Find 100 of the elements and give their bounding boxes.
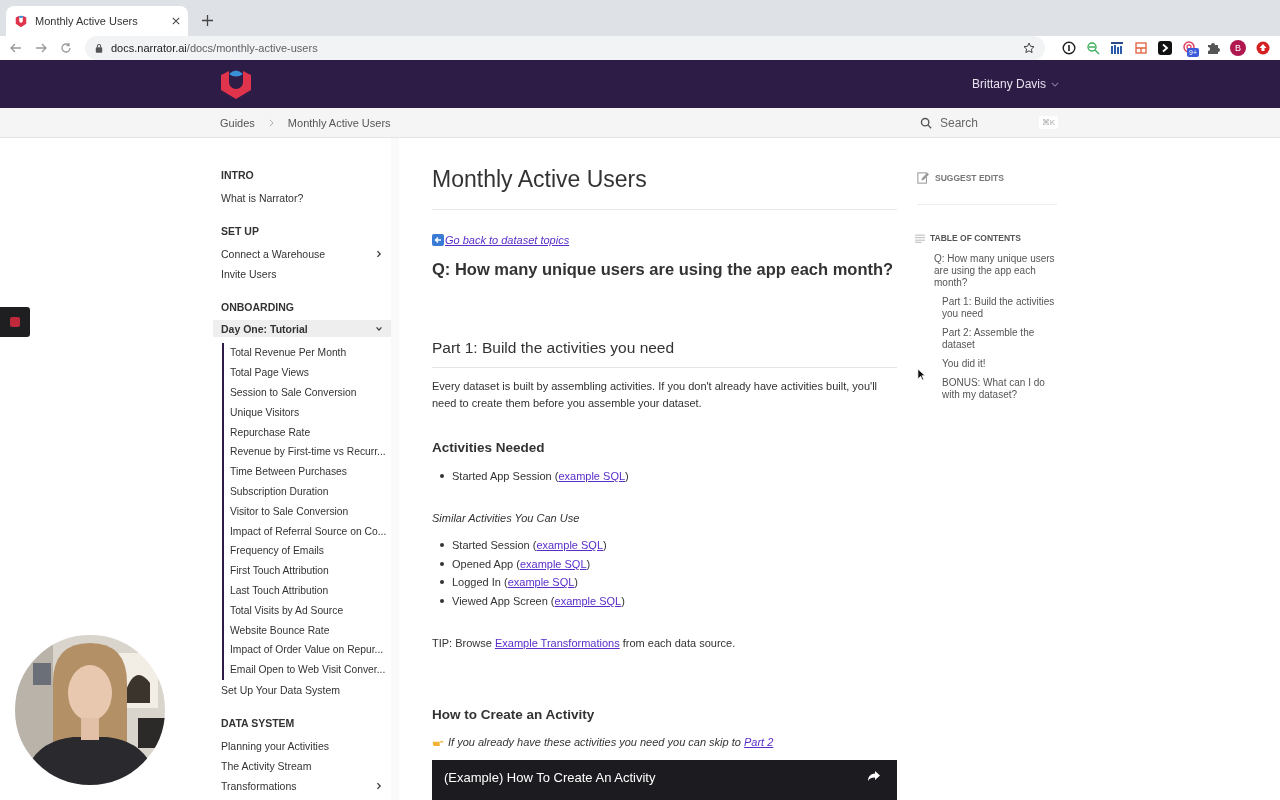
sidebar-item[interactable]: Time Between Purchases — [230, 461, 391, 482]
cursor-icon — [917, 368, 926, 381]
transformations-link[interactable]: Example Transformations — [494, 637, 620, 650]
edit-icon — [917, 172, 929, 184]
user-menu[interactable]: Brittany Davis — [971, 77, 1059, 91]
forward-arrow-icon[interactable] — [35, 42, 47, 54]
part-link[interactable]: Part 2 — [743, 736, 774, 749]
sidebar-item[interactable]: The Activity Stream — [213, 755, 391, 776]
chevron-right-icon — [375, 250, 383, 258]
chevron-icon[interactable] — [1158, 41, 1172, 55]
chevron-right-icon — [375, 781, 383, 790]
shortcut-hint: ⌘K — [1038, 116, 1058, 129]
close-icon[interactable] — [172, 17, 180, 25]
record-button[interactable] — [0, 307, 30, 337]
page-title: Monthly Active Users — [432, 166, 897, 210]
sidebar-item[interactable]: Impact of Referral Source on Co... — [230, 521, 391, 541]
layout-icon[interactable] — [1134, 41, 1148, 55]
list-item: Started App Session (example SQL) — [452, 470, 629, 483]
list-icon — [915, 233, 925, 243]
breadcrumb-link[interactable]: Monthly Active Users — [287, 116, 391, 129]
question-heading: Q: How many unique users are using the app each month? — [432, 260, 895, 279]
suggest-edits-button[interactable]: SUGGEST EDITS — [917, 172, 1057, 205]
sidebar-item[interactable]: Session to Sale Conversion — [230, 382, 391, 403]
toc-link[interactable]: Q: How many unique users are using the app each month? — [934, 253, 1057, 289]
tip-text: TIP: Browse Example Transformations from each data source. — [432, 637, 737, 650]
video-player[interactable]: (Example) How To Create An Activity — [432, 760, 897, 800]
list-item: Logged In (example SQL) — [452, 576, 578, 589]
profile-avatar[interactable]: B — [1230, 40, 1246, 56]
sidebar-item[interactable]: Planning your Activities — [213, 735, 391, 756]
toc-link[interactable]: BONUS: What can I do with my dataset? — [942, 377, 1057, 401]
lock-icon — [95, 43, 103, 53]
sidebar-item[interactable]: Set Up Your Data System — [213, 679, 391, 700]
section-heading: DATA SYSTEM — [220, 715, 296, 730]
sidebar-item[interactable]: Last Touch Attribution — [230, 580, 391, 601]
puzzle-icon[interactable] — [1206, 41, 1220, 55]
plus-icon[interactable] — [202, 15, 213, 26]
magnifier-icon[interactable] — [1086, 41, 1100, 55]
sidebar-item[interactable]: What is Narrator? — [213, 188, 391, 208]
caret-icon — [1051, 81, 1059, 87]
sidebar-item[interactable]: Repurchase Rate — [230, 422, 391, 442]
sidebar-item[interactable]: Day One: Tutorial — [213, 320, 391, 337]
upload-icon[interactable] — [1256, 41, 1270, 55]
logo-icon — [14, 14, 28, 28]
bullet-icon — [440, 599, 444, 604]
sidebar-item[interactable]: Email Open to Web Visit Conver... — [230, 659, 391, 680]
reload-icon[interactable] — [60, 42, 72, 54]
list-item: Opened App (example SQL) — [452, 557, 591, 570]
sidebar-item[interactable]: Frequency of Emails — [230, 540, 391, 561]
sidebar-item[interactable]: Invite Users — [213, 264, 391, 284]
sidebar-item[interactable]: Unique Visitors — [230, 402, 391, 423]
bullet-icon — [440, 543, 444, 548]
sidebar-item[interactable]: Impact of Order Value on Repur... — [230, 639, 391, 660]
toc-link[interactable]: You did it! — [942, 358, 1057, 370]
browser-tab[interactable]: Monthly Active Users — [6, 6, 188, 36]
bar-chart-icon[interactable] — [1110, 41, 1124, 55]
address-bar[interactable]: docs.narrator.ai/docs/monthly-active-users — [85, 36, 1045, 60]
star-icon[interactable] — [1023, 42, 1035, 54]
sidebar-item[interactable]: Transformations — [213, 775, 391, 796]
sidebar-item[interactable]: Website Bounce Rate — [230, 620, 391, 640]
sidebar-item[interactable]: Total Visits by Ad Source — [230, 600, 391, 621]
sidebar-item[interactable]: Connect a Warehouse — [213, 244, 391, 264]
sidebar-item[interactable]: Total Revenue Per Month — [230, 343, 391, 363]
list-caption: Similar Activities You Can Use — [432, 511, 581, 524]
bullet-icon — [440, 561, 444, 566]
bullet-icon — [440, 580, 444, 585]
search-field[interactable]: Search — [940, 115, 1020, 130]
list-item: Started Session (example SQL) — [452, 539, 607, 552]
breadcrumb-link[interactable]: Guides — [220, 116, 255, 129]
toc-link[interactable]: Part 1: Build the activities you need — [942, 296, 1057, 320]
sidebar-item[interactable]: Subscription Duration — [230, 481, 391, 502]
sql-link[interactable]: example SQL — [507, 576, 575, 589]
section-heading: INTRO — [220, 168, 255, 182]
sidebar-item[interactable]: Total Page Views — [230, 362, 391, 383]
toc-heading: TABLE OF CONTENTS — [930, 233, 1021, 243]
tab-title: Monthly Active Users — [35, 15, 139, 27]
back-arrow-icon — [432, 234, 444, 246]
list-item: Viewed App Screen (example SQL) — [452, 595, 625, 608]
chevron-down-icon — [375, 324, 383, 333]
search-icon — [920, 116, 932, 129]
sidebar-item[interactable]: First Touch Attribution — [230, 560, 391, 581]
toc-link[interactable]: Part 2: Assemble the dataset — [942, 327, 1057, 351]
sidebar-item[interactable]: Revenue by First-time vs Recurr... — [230, 442, 391, 462]
back-link[interactable]: Go back to dataset topics — [445, 234, 570, 246]
subheading: Activities Needed — [432, 440, 546, 455]
paragraph: Every dataset is built by assembling activities. If you don't already have activities built, you'll need to create them before you assemble your dataset. — [432, 379, 879, 411]
back-arrow-icon[interactable] — [10, 42, 22, 54]
chevron-right-icon — [268, 118, 274, 127]
info-icon[interactable] — [1062, 41, 1076, 55]
note-text: If you already have these activities you need you can skip to Part 2 — [448, 736, 774, 749]
bullet-icon — [440, 474, 444, 479]
sql-link[interactable]: example SQL — [554, 595, 622, 608]
section-heading: Part 1: Build the activities you need — [432, 339, 897, 368]
sidebar-item[interactable]: Visitor to Sale Conversion — [230, 501, 391, 522]
target-icon — [1182, 41, 1196, 55]
share-icon[interactable] — [867, 770, 881, 783]
logo-icon[interactable] — [220, 68, 252, 100]
subheading: How to Create an Activity — [432, 707, 596, 723]
section-heading: ONBOARDING — [220, 300, 295, 314]
section-heading: SET UP — [220, 224, 260, 238]
video-title: (Example) How To Create An Activity — [444, 770, 656, 786]
